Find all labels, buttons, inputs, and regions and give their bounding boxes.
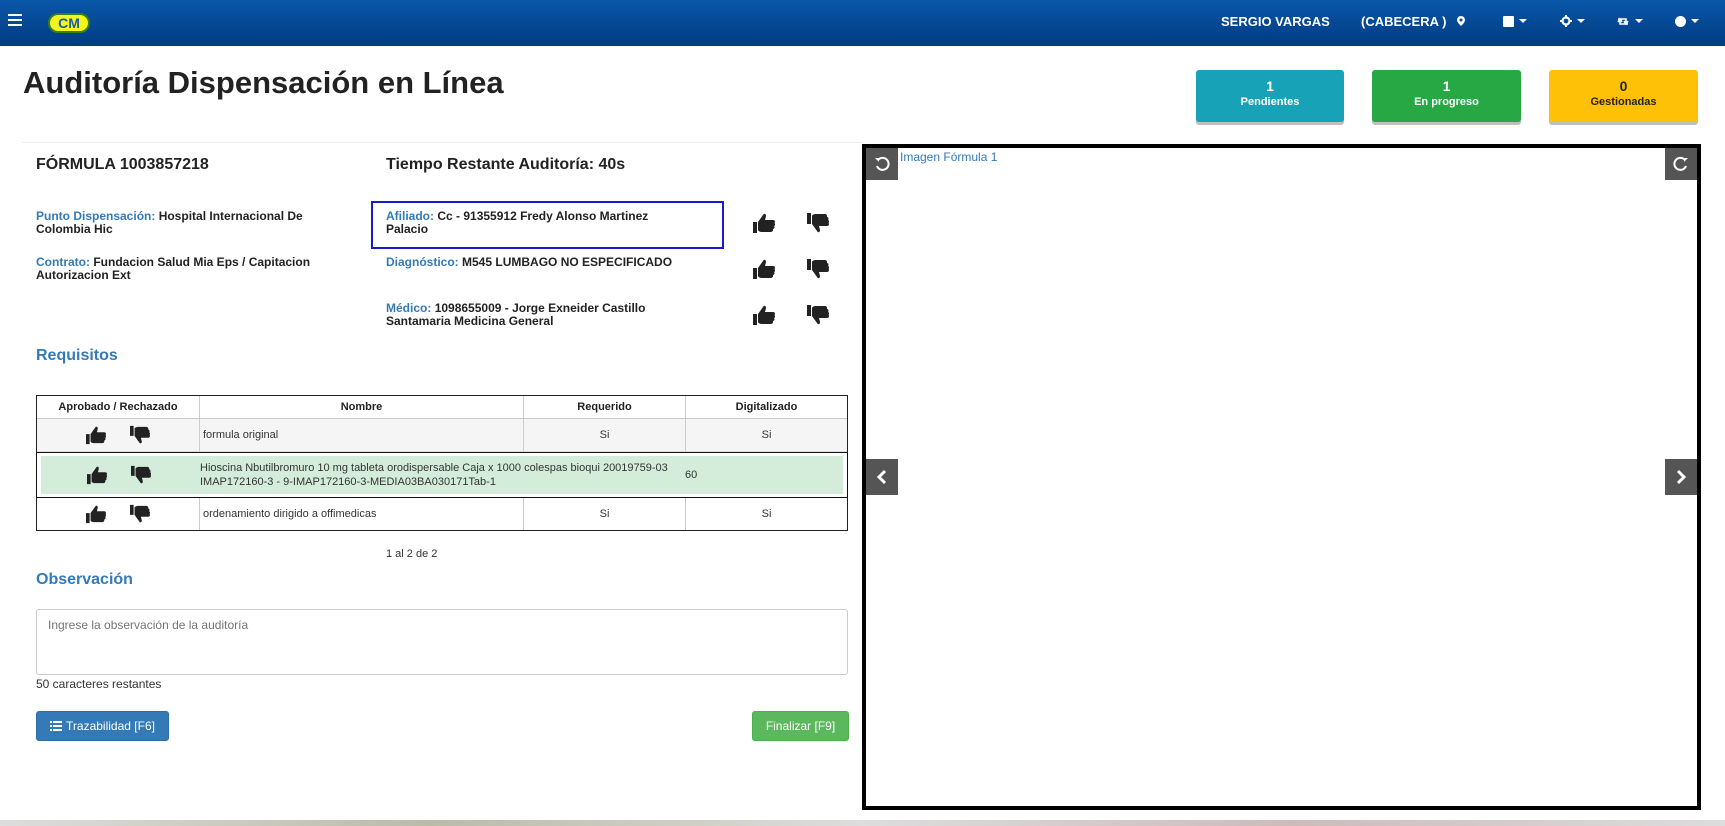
requisitos-table: Aprobado / Rechazado Nombre Requerido Di… (36, 395, 848, 531)
gear-icon (1560, 15, 1572, 27)
previous-image-button[interactable] (866, 459, 898, 495)
cell-nombre: formula original (200, 419, 524, 451)
header-digitalizado: Digitalizado (735, 401, 798, 413)
thumbs-down-icon[interactable] (130, 465, 152, 485)
cell-requerido: 60 (685, 469, 698, 481)
square-icon (1503, 15, 1514, 27)
header-aprobado: Aprobado / Rechazado (37, 396, 200, 418)
medico: Médico: 1098655009 - Jorge Exneider Cast… (386, 302, 686, 328)
cell-requerido: Si (524, 419, 686, 451)
contrato-label: Contrato: (36, 255, 90, 269)
thumbs-down-icon[interactable] (129, 425, 151, 445)
cell-digitalizado: Si (761, 429, 772, 441)
user-circle-icon (1675, 15, 1686, 27)
stat-en-progreso-label: En progreso (1414, 96, 1479, 108)
table-row-selected[interactable]: Hioscina Nbutilbromuro 10 mg tableta oro… (36, 452, 848, 498)
chevron-left-icon (876, 469, 887, 485)
settings-dropdown[interactable] (1560, 15, 1585, 27)
header-nombre: Nombre (200, 396, 524, 418)
rotate-left-button[interactable] (866, 148, 898, 180)
map-pin-icon[interactable] (1457, 16, 1465, 26)
stat-gestionadas-count: 0 (1619, 78, 1628, 94)
punto-dispensacion: Punto Dispensación: Hospital Internacion… (36, 210, 336, 236)
cell-nombre: Hioscina Nbutilbromuro 10 mg tableta oro… (200, 462, 668, 488)
apps-dropdown[interactable] (1503, 15, 1527, 27)
diagnostico: Diagnóstico: M545 LUMBAGO NO ESPECIFICAD… (386, 256, 716, 269)
table-row[interactable]: ordenamiento dirigido a offimedicas Si S… (37, 498, 847, 530)
diagnostico-value: M545 LUMBAGO NO ESPECIFICADO (462, 255, 673, 269)
cell-digitalizado: Si (761, 508, 772, 520)
rotate-right-button[interactable] (1665, 148, 1697, 180)
approve-reject-cell (37, 419, 200, 451)
afiliado-thumbs-down-icon[interactable] (806, 212, 830, 234)
pagination-info: 1 al 2 de 2 (386, 548, 438, 560)
stat-en-progreso-count: 1 (1442, 78, 1451, 94)
observacion-title: Observación (36, 571, 133, 588)
viewer-title: Imagen Fórmula 1 (900, 150, 998, 164)
retweet-icon (1617, 17, 1629, 25)
punto-dispensacion-label: Punto Dispensación: (36, 209, 156, 223)
stat-pendientes-label: Pendientes (1240, 96, 1300, 108)
table-header: Aprobado / Rechazado Nombre Requerido Di… (37, 396, 847, 419)
diagnostico-thumbs-down-icon[interactable] (806, 258, 830, 280)
approve-reject-cell (41, 456, 196, 494)
rotate-right-icon (1673, 156, 1688, 171)
page-title: Auditoría Dispensación en Línea (23, 65, 504, 100)
trazabilidad-label: Trazabilidad [F6] (66, 719, 155, 733)
top-navbar: CM SERGIO VARGAS (CABECERA ) (0, 0, 1725, 46)
chevron-right-icon (1676, 469, 1687, 485)
stat-pendientes[interactable]: 1 Pendientes (1196, 70, 1344, 122)
thumbs-up-icon[interactable] (86, 465, 108, 485)
medico-thumbs-down-icon[interactable] (806, 304, 830, 326)
branch-selector[interactable]: (CABECERA ) (1361, 14, 1446, 29)
formula-number: FÓRMULA 1003857218 (36, 156, 209, 173)
afiliado-thumbs-up-icon[interactable] (752, 212, 776, 234)
next-image-button[interactable] (1665, 459, 1697, 495)
thumbs-up-icon[interactable] (85, 425, 107, 445)
user-name[interactable]: SERGIO VARGAS (1221, 14, 1330, 29)
stat-gestionadas-label: Gestionadas (1590, 96, 1657, 108)
approve-reject-cell (37, 498, 200, 530)
characters-remaining: 50 caracteres restantes (36, 677, 162, 691)
stat-gestionadas[interactable]: 0 Gestionadas (1549, 70, 1698, 122)
afiliado-label: Afiliado: (386, 209, 434, 223)
cell-requerido: Si (524, 498, 686, 530)
diagnostico-thumbs-up-icon[interactable] (752, 258, 776, 280)
finalizar-label: Finalizar [F9] (765, 719, 836, 733)
divider (22, 142, 862, 143)
requisitos-title: Requisitos (36, 347, 118, 364)
finalizar-button[interactable]: Finalizar [F9] (752, 711, 849, 741)
bottom-edge (0, 820, 1725, 826)
afiliado: Afiliado: Cc - 91355912 Fredy Alonso Mar… (386, 210, 686, 236)
rotate-left-icon (875, 156, 890, 171)
trazabilidad-button[interactable]: Trazabilidad [F6] (36, 711, 169, 741)
list-icon (50, 721, 63, 731)
table-row[interactable]: formula original Si Si (37, 419, 847, 452)
menu-icon[interactable] (8, 14, 22, 26)
audit-timer: Tiempo Restante Auditoría: 40s (386, 156, 626, 173)
diagnostico-label: Diagnóstico: (386, 255, 459, 269)
header-requerido: Requerido (524, 396, 686, 418)
medico-thumbs-up-icon[interactable] (752, 304, 776, 326)
image-viewer[interactable]: Imagen Fórmula 1 (862, 144, 1701, 810)
stat-en-progreso[interactable]: 1 En progreso (1372, 70, 1521, 122)
sync-dropdown[interactable] (1616, 15, 1643, 27)
observation-textarea[interactable] (36, 609, 848, 675)
stat-pendientes-count: 1 (1266, 78, 1274, 94)
thumbs-down-icon[interactable] (129, 504, 151, 524)
contrato: Contrato: Fundacion Salud Mia Eps / Capi… (36, 256, 346, 282)
user-dropdown[interactable] (1675, 15, 1699, 27)
medico-label: Médico: (386, 301, 432, 315)
app-logo[interactable]: CM (48, 13, 90, 33)
cell-nombre: ordenamiento dirigido a offimedicas (200, 498, 524, 530)
thumbs-up-icon[interactable] (85, 504, 107, 524)
